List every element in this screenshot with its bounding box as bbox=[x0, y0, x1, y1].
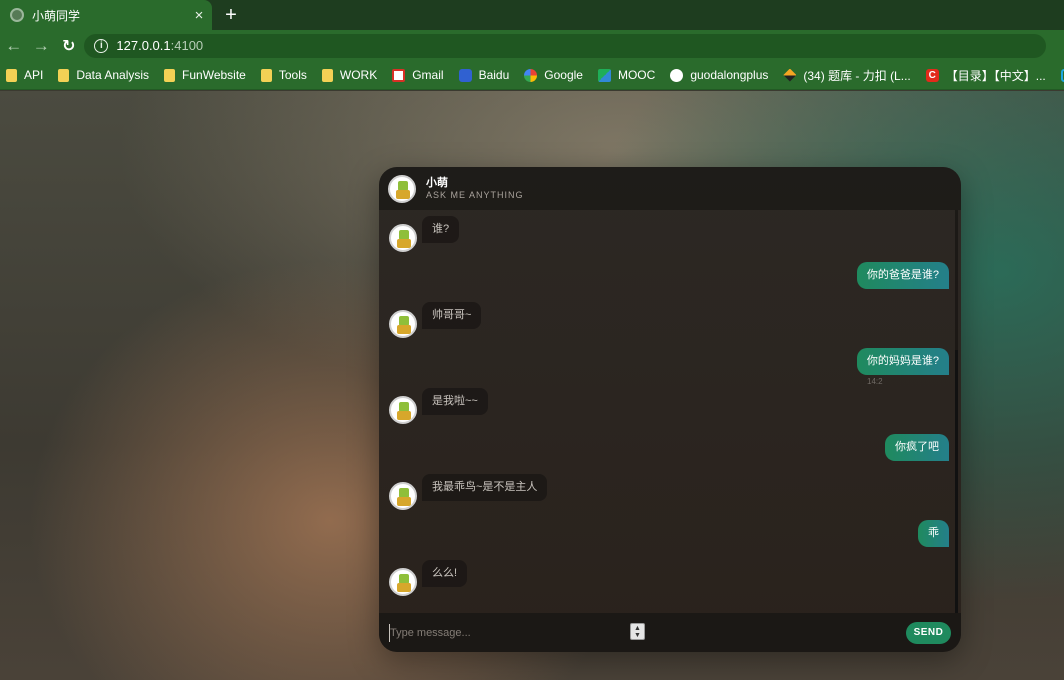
bookmark-mooc[interactable]: MOOC bbox=[597, 68, 656, 82]
bookmark-label: FunWebsite bbox=[182, 68, 246, 82]
message-bot: 是我啦~~ bbox=[379, 388, 488, 424]
site-info-icon[interactable]: i bbox=[94, 38, 109, 53]
bookmark-csdn[interactable]: C 【目录】【中文】... bbox=[925, 67, 1046, 84]
tab-title: 小萌同学 bbox=[32, 8, 81, 23]
tab-strip: 小萌同学 × + bbox=[0, 0, 1064, 30]
url-port: :4100 bbox=[170, 38, 204, 53]
message-scrollbar[interactable] bbox=[955, 210, 958, 613]
bookmark-label: Gmail bbox=[412, 68, 444, 82]
bot-bubble: 我最乖鸟~是不是主人 bbox=[422, 474, 548, 501]
page-favicon-icon bbox=[10, 8, 24, 22]
bookmark-work[interactable]: WORK bbox=[321, 68, 378, 82]
bookmark-github[interactable]: guodalongplus bbox=[670, 68, 768, 82]
forward-arrow-icon[interactable]: → bbox=[27, 32, 54, 60]
folder-icon bbox=[6, 68, 17, 82]
bookmark-label: Data Analysis bbox=[76, 68, 150, 82]
bookmark-label: MOOC bbox=[617, 68, 656, 82]
bookmark-label: Tools bbox=[278, 68, 307, 82]
bookmark-label: Baidu bbox=[478, 68, 510, 82]
user-bubble: 你疯了吧 bbox=[885, 434, 949, 461]
message-bot: 谁? bbox=[379, 216, 460, 252]
message-list[interactable]: 谁? 你的爸爸是谁? 帅哥哥~ 你的妈妈是谁? 14:2 是我啦~~ 你疯了吧 … bbox=[379, 210, 961, 613]
chat-window: 小萌 ASK ME ANYTHING 谁? 你的爸爸是谁? 帅哥哥~ 你的妈妈是… bbox=[379, 167, 961, 652]
bookmark-api[interactable]: API bbox=[6, 68, 43, 82]
address-bar[interactable]: i 127.0.0.1 :4100 bbox=[84, 33, 1046, 58]
user-bubble: 乖 bbox=[918, 520, 949, 547]
bot-bubble: 是我啦~~ bbox=[422, 388, 488, 415]
bookmark-baidu[interactable]: Baidu bbox=[458, 68, 510, 82]
leetcode-icon bbox=[783, 68, 797, 82]
chat-header: 小萌 ASK ME ANYTHING bbox=[379, 167, 961, 210]
folder-icon bbox=[58, 68, 70, 82]
user-bubble: 你的爸爸是谁? bbox=[856, 262, 949, 289]
send-button[interactable]: SEND bbox=[906, 622, 951, 644]
bookmark-label: (34) 题库 - 力扣 (L... bbox=[803, 68, 911, 83]
bookmark-data-analysis[interactable]: Data Analysis bbox=[58, 68, 149, 82]
bot-bubble: 谁? bbox=[422, 216, 460, 243]
folder-icon bbox=[260, 68, 272, 82]
message-bot: 么么! bbox=[379, 560, 468, 596]
url-host: 127.0.0.1 bbox=[116, 38, 171, 53]
bot-avatar bbox=[389, 482, 417, 510]
bookmark-label: API bbox=[24, 68, 44, 82]
bookmarks-bar: API Data Analysis FunWebsite Tools WORK … bbox=[0, 61, 1064, 90]
browser-toolbar: ← → ↻ i 127.0.0.1 :4100 bbox=[0, 30, 1064, 61]
bookmark-label: Google bbox=[544, 68, 583, 82]
bot-avatar bbox=[389, 396, 417, 424]
bot-bubble: 么么! bbox=[422, 560, 468, 587]
bot-bubble: 帅哥哥~ bbox=[422, 302, 482, 329]
folder-icon bbox=[164, 68, 176, 82]
bookmark-leetcode[interactable]: (34) 题库 - 力扣 (L... bbox=[783, 67, 911, 84]
message-composer: ▲▼ SEND bbox=[379, 613, 961, 652]
bot-avatar bbox=[389, 224, 417, 252]
message-bot: 帅哥哥~ bbox=[379, 302, 482, 338]
message-timestamp: 14:2 bbox=[867, 377, 883, 386]
bot-avatar bbox=[389, 310, 417, 338]
bot-avatar bbox=[389, 568, 417, 596]
new-tab-button[interactable]: + bbox=[220, 3, 242, 27]
github-icon bbox=[670, 68, 684, 82]
bookmark-funwebsite[interactable]: FunWebsite bbox=[164, 68, 246, 82]
baidu-icon bbox=[458, 68, 472, 82]
message-bot: 我最乖鸟~是不是主人 bbox=[379, 474, 548, 510]
tab-close-icon[interactable]: × bbox=[186, 7, 212, 24]
bookmark-label: 【目录】【中文】... bbox=[945, 68, 1046, 83]
bot-name: 小萌 bbox=[426, 176, 448, 189]
bot-avatar bbox=[388, 174, 416, 203]
bookmark-label: guodalongplus bbox=[690, 68, 769, 82]
spin-arrows-icon[interactable]: ▲ ▼ bbox=[630, 623, 645, 640]
google-icon bbox=[524, 68, 538, 82]
bookmark-google[interactable]: Google bbox=[524, 68, 583, 82]
reload-icon[interactable]: ↻ bbox=[55, 32, 82, 60]
csdn-icon: C bbox=[925, 68, 939, 82]
bookmark-gmail[interactable]: Gmail bbox=[392, 68, 444, 82]
bot-subtitle: ASK ME ANYTHING bbox=[426, 189, 524, 200]
scrollbar-thumb[interactable] bbox=[955, 350, 958, 613]
gmail-icon bbox=[392, 68, 406, 82]
tab-active[interactable]: 小萌同学 × bbox=[0, 0, 212, 30]
back-arrow-icon[interactable]: ← bbox=[0, 32, 27, 60]
bookmark-tools[interactable]: Tools bbox=[260, 68, 307, 82]
bookmark-label: WORK bbox=[339, 68, 378, 82]
message-input[interactable] bbox=[389, 624, 639, 642]
folder-icon bbox=[321, 68, 333, 82]
user-bubble: 你的妈妈是谁? bbox=[856, 348, 949, 375]
mooc-icon bbox=[597, 68, 611, 82]
